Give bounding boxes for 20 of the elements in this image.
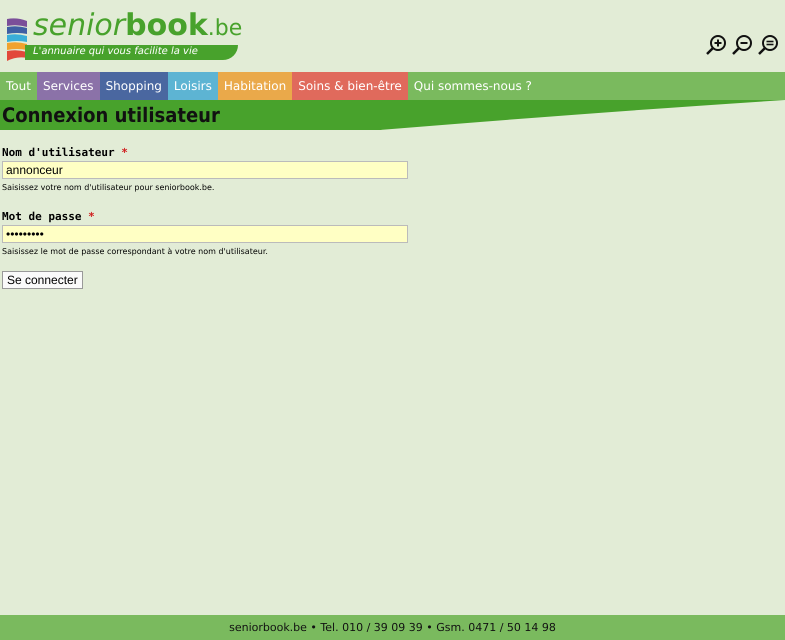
nav-link[interactable]: Soins & bien-être (292, 72, 408, 100)
zoom-out-icon[interactable] (731, 34, 753, 56)
site-logo[interactable]: seniorbook.be (33, 10, 242, 45)
footer-text: seniorbook.be • Tel. 010 / 39 09 39 • Gsm. 0471 / 50 14 98 (229, 621, 556, 634)
zoom-in-icon[interactable] (705, 34, 727, 56)
tagline: L'annuaire qui vous facilite la vie (25, 45, 238, 60)
help-text: Saisissez le mot de passe correspondant à votre nom d'utilisateur. (2, 247, 269, 256)
login-button[interactable]: Se connecter (2, 271, 83, 289)
field-label: Mot de passe * (2, 210, 96, 223)
nav-link[interactable]: Services (36, 72, 100, 100)
nav-link[interactable]: Shopping (100, 72, 168, 100)
field-label: Nom d'utilisateur * (2, 146, 129, 159)
help-text: Saisissez votre nom d'utilisateur pour seniorbook.be. (2, 183, 216, 192)
page-title: Connexion utilisateur (1, 102, 221, 129)
zoom-reset-icon[interactable] (757, 34, 779, 56)
book-stack-icon (7, 17, 27, 61)
nav-link[interactable]: Habitation (218, 72, 292, 100)
input-field[interactable]: ••••••••• (2, 225, 408, 243)
input-field[interactable]: annonceur (2, 161, 408, 179)
nav-link[interactable]: Loisirs (168, 72, 218, 100)
